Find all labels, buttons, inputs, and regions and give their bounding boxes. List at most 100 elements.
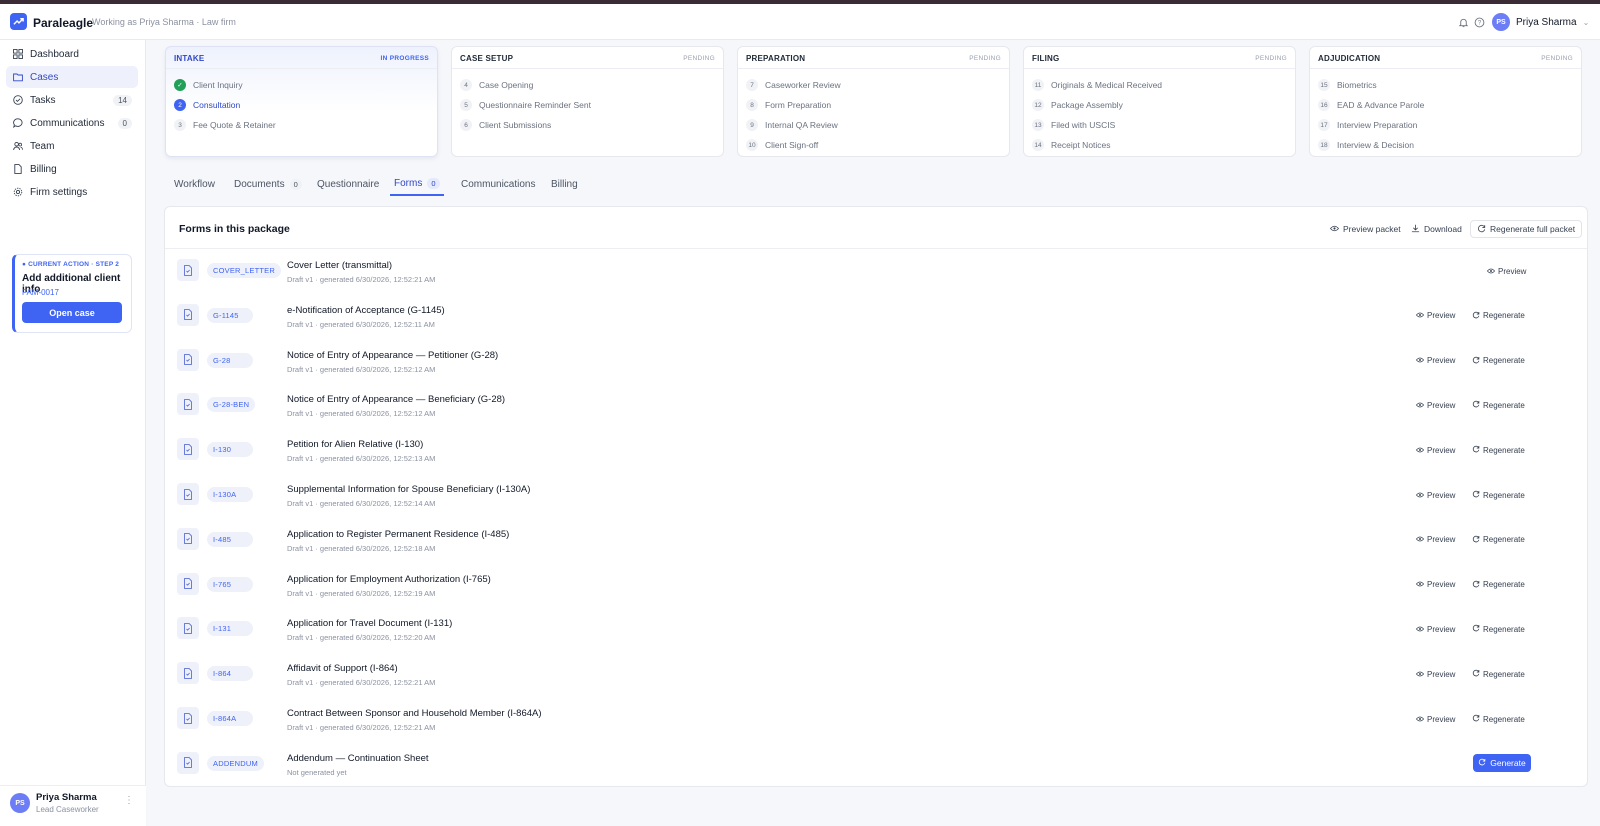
footer-user-role: Lead Caseworker	[36, 805, 99, 814]
eye-icon	[1415, 311, 1425, 320]
tab-forms[interactable]: Forms 0	[390, 172, 444, 196]
workflow-step[interactable]: 14 Receipt Notices	[1032, 138, 1111, 152]
workflow-step[interactable]: 13 Filed with USCIS	[1032, 118, 1115, 132]
eye-icon	[1415, 446, 1425, 455]
stage-card-adjudication[interactable]: ADJUDICATION PENDING 15 Biometrics 16 EAD & A…	[1309, 46, 1582, 157]
sidebar-item-cases[interactable]: Cases	[6, 66, 138, 88]
tab-questionnaire[interactable]: Questionnaire	[317, 172, 379, 196]
regenerate-button[interactable]: Regenerate	[1472, 667, 1525, 681]
sidebar-item-team[interactable]: Team	[6, 135, 138, 157]
step-number: 11	[1032, 79, 1044, 91]
sidebar-item-tasks[interactable]: Tasks 14	[6, 89, 138, 111]
preview-packet-button[interactable]: Preview packet	[1329, 220, 1401, 238]
more-vertical-icon[interactable]: ⋮	[124, 795, 134, 806]
form-name[interactable]: Cover Letter (transmittal)	[287, 260, 392, 271]
regenerate-button[interactable]: Regenerate	[1472, 309, 1525, 323]
sidebar-item-communications[interactable]: Communications 0	[6, 112, 138, 134]
workflow-step[interactable]: ✓ Client Inquiry	[174, 78, 243, 92]
form-name[interactable]: Petition for Alien Relative (I-130)	[287, 439, 423, 450]
form-row: COVER_LETTER Cover Letter (transmittal) Dr…	[165, 251, 1587, 295]
form-row: I-130A Supplemental Information for Spous…	[165, 475, 1587, 519]
workflow-step[interactable]: 3 Fee Quote & Retainer	[174, 118, 276, 132]
form-code-badge: I-765	[207, 576, 253, 592]
tab-documents[interactable]: Documents 0	[234, 172, 302, 196]
form-name[interactable]: e-Notification of Acceptance (G-1145)	[287, 305, 445, 316]
regenerate-full-packet-button[interactable]: Regenerate full packet	[1470, 220, 1583, 238]
regenerate-button[interactable]: Regenerate	[1472, 712, 1525, 726]
sidebar-item-dashboard[interactable]: Dashboard	[6, 43, 138, 65]
panel-title: Forms in this package	[179, 223, 290, 235]
form-name[interactable]: Supplemental Information for Spouse Bene…	[287, 484, 530, 495]
workflow-step[interactable]: 9 Internal QA Review	[746, 118, 838, 132]
stage-card-intake[interactable]: INTAKE IN PROGRESS ✓ Client Inquiry 2 Consult…	[165, 46, 438, 157]
workflow-step[interactable]: 10 Client Sign-off	[746, 138, 818, 152]
preview-button[interactable]: Preview	[1415, 309, 1455, 323]
preview-button[interactable]: Preview	[1415, 578, 1455, 592]
regenerate-button[interactable]: Regenerate	[1472, 622, 1525, 636]
form-name[interactable]: Notice of Entry of Appearance — Petition…	[287, 350, 498, 361]
tab-communications[interactable]: Communications	[461, 172, 535, 196]
generate-button[interactable]: Generate	[1473, 753, 1531, 772]
sidebar-item-firm-settings[interactable]: Firm settings	[6, 181, 138, 203]
regenerate-button[interactable]: Regenerate	[1472, 354, 1525, 368]
form-name[interactable]: Application to Register Permanent Reside…	[287, 529, 509, 540]
sidebar-item-billing[interactable]: Billing	[6, 158, 138, 180]
workflow-step[interactable]: 17 Interview Preparation	[1318, 118, 1417, 132]
regenerate-button[interactable]: Regenerate	[1472, 398, 1525, 412]
form-name[interactable]: Application for Employment Authorization…	[287, 574, 491, 585]
form-meta: Draft v1 · generated 6/30/2026, 12:52:21…	[287, 275, 436, 284]
stage-title: INTAKE	[174, 54, 205, 63]
brand-logo-icon[interactable]	[10, 13, 27, 30]
workflow-step[interactable]: 5 Questionnaire Reminder Sent	[460, 98, 591, 112]
preview-button[interactable]: Preview	[1486, 264, 1526, 278]
form-name[interactable]: Affidavit of Support (I-864)	[287, 663, 398, 674]
form-code-badge: G-28	[207, 352, 253, 368]
stage-card-preparation[interactable]: PREPARATION PENDING 7 Caseworker Review 8 For…	[737, 46, 1010, 157]
forms-panel: Forms in this package Preview packet Dow…	[164, 206, 1588, 787]
preview-button[interactable]: Preview	[1415, 398, 1455, 412]
open-case-button[interactable]: Open case	[22, 302, 122, 323]
workflow-step[interactable]: 18 Interview & Decision	[1318, 138, 1414, 152]
workflow-step[interactable]: 4 Case Opening	[460, 78, 533, 92]
workflow-step[interactable]: 7 Caseworker Review	[746, 78, 841, 92]
tab-billing[interactable]: Billing	[551, 172, 578, 196]
help-icon[interactable]: ?	[1472, 15, 1486, 29]
regenerate-button[interactable]: Regenerate	[1472, 443, 1525, 457]
workflow-step[interactable]: 15 Biometrics	[1318, 78, 1377, 92]
form-name[interactable]: Application for Travel Document (I-131)	[287, 618, 452, 629]
preview-button[interactable]: Preview	[1415, 488, 1455, 502]
file-icon	[177, 527, 199, 550]
bell-icon[interactable]	[1456, 15, 1470, 29]
step-number: 9	[746, 119, 758, 131]
users-icon	[12, 141, 23, 152]
preview-button[interactable]: Preview	[1415, 622, 1455, 636]
workflow-step[interactable]: 11 Originals & Medical Received	[1032, 78, 1162, 92]
refresh-icon	[1472, 311, 1480, 321]
preview-button[interactable]: Preview	[1415, 712, 1455, 726]
stage-card-filing[interactable]: FILING PENDING 11 Originals & Medical Recei…	[1023, 46, 1296, 157]
tab-workflow[interactable]: Workflow	[174, 172, 215, 196]
regenerate-button[interactable]: Regenerate	[1472, 578, 1525, 592]
form-name[interactable]: Notice of Entry of Appearance — Benefici…	[287, 394, 505, 405]
user-menu[interactable]: PS Priya Sharma ⌄	[1492, 11, 1589, 33]
workflow-step[interactable]: 6 Client Submissions	[460, 118, 551, 132]
sidebar-user-footer[interactable]: PS Priya Sharma Lead Caseworker ⋮	[0, 785, 146, 826]
regenerate-button[interactable]: Regenerate	[1472, 488, 1525, 502]
refresh-icon	[1472, 445, 1480, 455]
workflow-step[interactable]: 2 Consultation	[174, 98, 240, 112]
preview-button[interactable]: Preview	[1415, 443, 1455, 457]
step-label: Fee Quote & Retainer	[193, 120, 276, 130]
step-label: Internal QA Review	[765, 120, 838, 130]
download-button[interactable]: Download	[1411, 220, 1462, 238]
preview-button[interactable]: Preview	[1415, 533, 1455, 547]
form-name[interactable]: Contract Between Sponsor and Household M…	[287, 708, 542, 719]
preview-button[interactable]: Preview	[1415, 354, 1455, 368]
form-name[interactable]: Addendum — Continuation Sheet	[287, 753, 429, 764]
workflow-step[interactable]: 8 Form Preparation	[746, 98, 831, 112]
workflow-step[interactable]: 16 EAD & Advance Parole	[1318, 98, 1424, 112]
regenerate-button[interactable]: Regenerate	[1472, 533, 1525, 547]
stage-card-case-setup[interactable]: CASE SETUP PENDING 4 Case Opening 5 Questionn…	[451, 46, 724, 157]
form-meta: Draft v1 · generated 6/30/2026, 12:52:11…	[287, 319, 435, 329]
preview-button[interactable]: Preview	[1415, 667, 1455, 681]
workflow-step[interactable]: 12 Package Assembly	[1032, 98, 1123, 112]
